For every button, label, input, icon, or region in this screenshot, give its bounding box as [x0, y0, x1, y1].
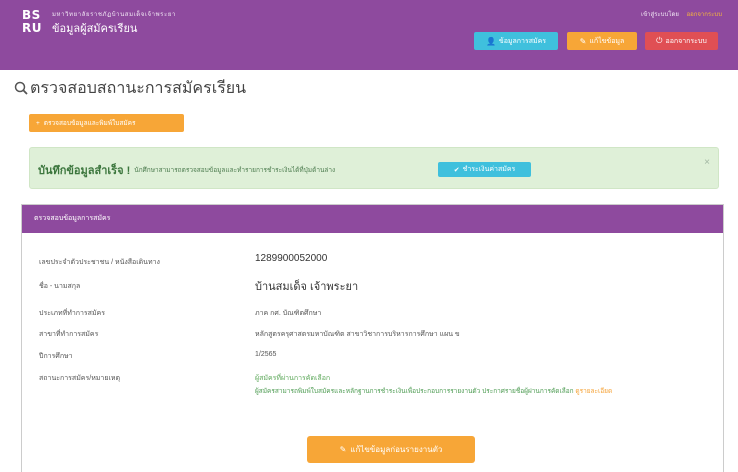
search-icon — [14, 81, 28, 95]
alert-title: บันทึกข้อมูลสำเร็จ ! — [38, 165, 131, 177]
pay-fee-label: ชำระเงินค่าสมัคร — [462, 166, 516, 173]
logo-title: ข้อมูลผู้สมัครเรียน — [52, 23, 138, 35]
application-panel: ตรวจสอบข้อมูลการสมัคร เลขประจำตัวประชาชน… — [21, 204, 724, 472]
panel-header: ตรวจสอบข้อมูลการสมัคร — [22, 205, 723, 233]
pay-fee-button[interactable]: ✔ ชำระเงินค่าสมัคร — [438, 162, 531, 177]
id-value: 1289900052000 — [255, 253, 328, 264]
power-icon: ⏻ — [656, 36, 663, 45]
user-icon: 👤 — [485, 36, 496, 46]
application-info-label: ข้อมูลการสมัคร — [498, 37, 547, 45]
type-value: ภาค กศ. บัณฑิตศึกษา — [255, 310, 322, 317]
user-info-link[interactable]: ออกจากระบบ — [687, 12, 722, 18]
pencil-icon: ✎ — [579, 36, 587, 46]
status-value: ผู้สมัครที่ผ่านการคัดเลือก ผู้สมัครสามาร… — [255, 373, 612, 396]
value-box — [246, 233, 464, 245]
status-note: ผู้สมัครสามารถพิมพ์ใบสมัครและหลักฐานการช… — [255, 386, 612, 396]
status-text: ผู้สมัครที่ผ่านการคัดเลือก — [255, 375, 331, 382]
pencil-icon: ✎ — [339, 445, 347, 454]
status-note-text: ผู้สมัครสามารถพิมพ์ใบสมัครและหลักฐานการช… — [255, 388, 574, 395]
logout-label: ออกจากระบบ — [665, 37, 707, 45]
edit-before-report-button[interactable]: ✎ แก้ไขข้อมูลก่อนรายงานตัว — [307, 436, 475, 463]
success-alert: บันทึกข้อมูลสำเร็จ ! นักศึกษาสามารถตรวจส… — [29, 147, 719, 189]
user-info-text: เข้าสู่ระบบโดย — [641, 12, 679, 18]
edit-info-button[interactable]: ✎ แก้ไขข้อมูล — [567, 32, 637, 50]
program-value: หลักสูตรครุศาสตรมหาบัณฑิต สาขาวิชาการบริ… — [255, 331, 460, 338]
program-label: สาขาที่ทำการสมัคร — [39, 331, 99, 338]
name-value: บ้านสมเด็จ เจ้าพระยา — [255, 281, 359, 293]
top-header: BS RU มหาวิทยาลัยราชภัฏบ้านสมเด็จเจ้าพระ… — [0, 0, 738, 70]
status-note-link[interactable]: ดูรายละเอียด — [575, 388, 612, 395]
logo-subtitle: มหาวิทยาลัยราชภัฏบ้านสมเด็จเจ้าพระยา — [52, 12, 176, 18]
edit-before-report-label: แก้ไขข้อมูลก่อนรายงานตัว — [350, 445, 443, 454]
edit-info-label: แก้ไขข้อมูล — [589, 37, 625, 45]
close-icon[interactable]: × — [704, 157, 710, 168]
status-label: สถานะการสมัคร/หมายเหตุ — [39, 375, 121, 382]
page-title: ตรวจสอบสถานะการสมัครเรียน — [14, 78, 246, 98]
name-label: ชื่อ - นามสกุล — [39, 283, 81, 290]
plus-icon: + — [36, 119, 40, 127]
user-info: เข้าสู่ระบบโดย ออกจากระบบ — [641, 9, 722, 19]
alert-message: นักศึกษาสามารถตรวจสอบข้อมูลและทำรายการชำ… — [134, 167, 336, 174]
page-title-text: ตรวจสอบสถานะการสมัครเรียน — [30, 79, 247, 97]
logout-button[interactable]: ⏻ ออกจากระบบ — [645, 32, 718, 50]
application-info-button[interactable]: 👤 ข้อมูลการสมัคร — [474, 32, 558, 50]
type-label: ประเภทที่ทำการสมัคร — [39, 310, 106, 317]
year-value: 1/2565 — [255, 351, 277, 358]
check-icon: ✔ — [453, 166, 460, 174]
print-application-label: ตรวจสอบข้อมูลและพิมพ์ใบสมัคร — [43, 120, 136, 127]
id-label: เลขประจำตัวประชาชน / หนังสือเดินทาง — [39, 259, 160, 266]
year-label: ปีการศึกษา — [39, 353, 73, 360]
alert-text: บันทึกข้อมูลสำเร็จ ! นักศึกษาสามารถตรวจส… — [38, 161, 335, 179]
bsru-logo: BS RU — [22, 8, 42, 35]
print-application-button[interactable]: + ตรวจสอบข้อมูลและพิมพ์ใบสมัคร — [29, 114, 184, 132]
